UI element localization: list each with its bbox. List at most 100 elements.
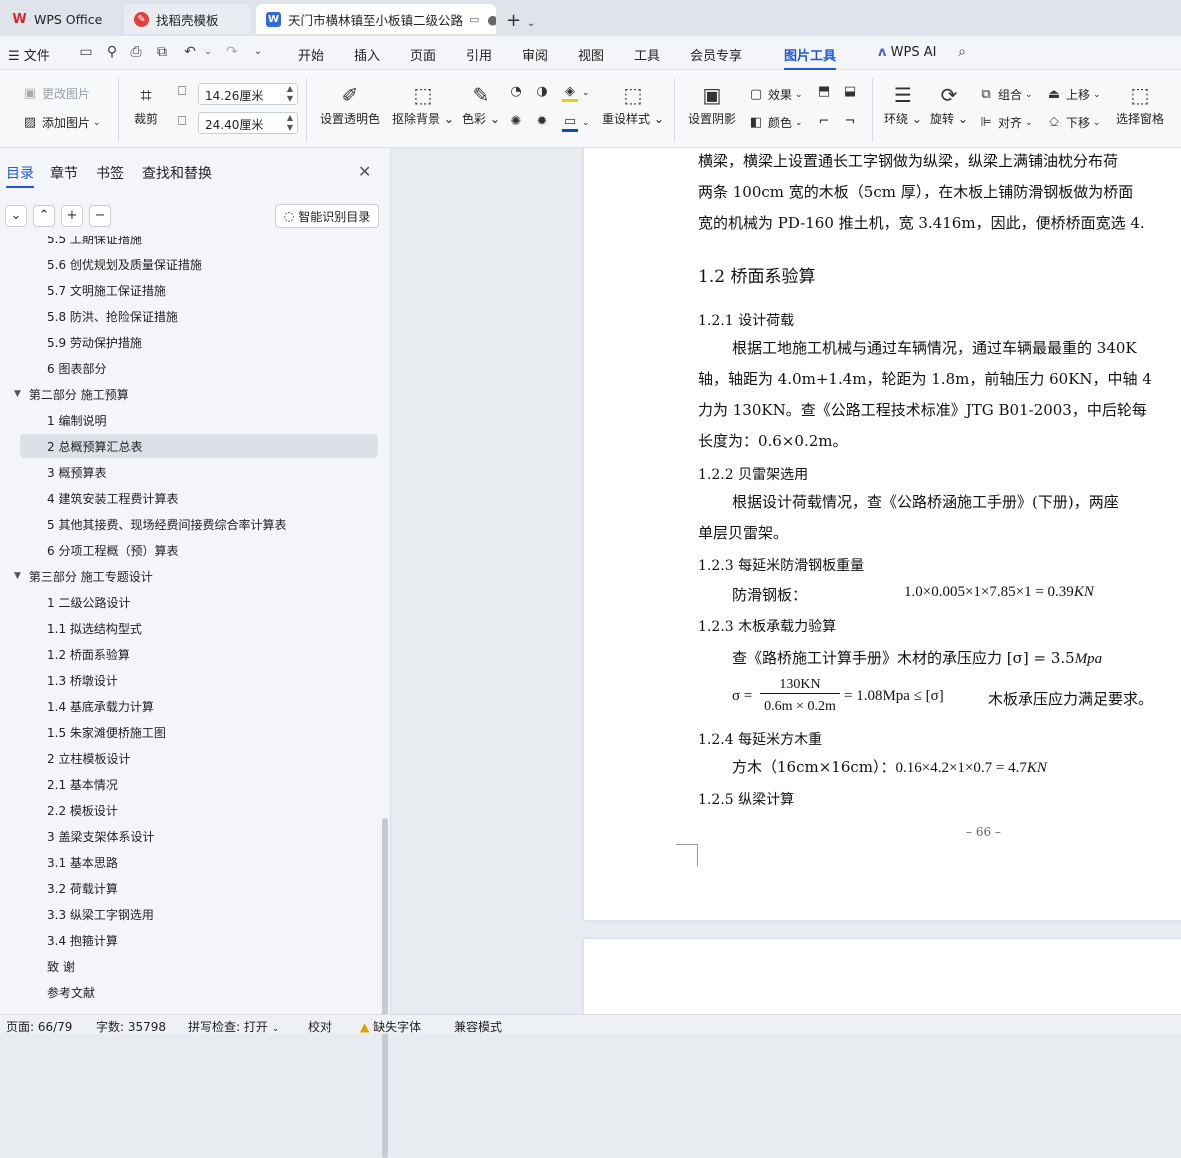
color-button[interactable]: ✎ 色彩 ⌄ [462, 80, 500, 127]
share-icon[interactable]: ⚲ [104, 44, 120, 60]
spell-check[interactable]: 拼写检查: 打开 ⌄ [188, 1018, 279, 1035]
print-icon[interactable]: ⎙ [128, 44, 144, 60]
toc-item[interactable]: 2.1 基本情况 [20, 772, 378, 796]
redo-icon[interactable]: ↷ [224, 44, 240, 60]
toc-item[interactable]: 2.2 模板设计 [20, 798, 378, 822]
align-button[interactable]: ⊫ 对齐 ⌄ [978, 114, 1032, 131]
proofread-button[interactable]: 校对 [308, 1018, 332, 1035]
tab-templates[interactable]: ✎ 找稻壳模板 [124, 4, 250, 34]
toc-item[interactable]: 4 建筑安装工程费计算表 [20, 486, 378, 510]
toc-item[interactable]: ▼ 第三部分 施工专题设计 [14, 564, 380, 588]
close-icon[interactable]: ✕ [358, 162, 371, 181]
collapse-arrow-icon[interactable]: ▼ [14, 389, 21, 399]
collapse-icon[interactable]: ⌃ [33, 205, 55, 227]
toc-item[interactable]: 1.5 朱家滩便桥施工图 [20, 720, 378, 744]
toc-item[interactable]: 1.2 桥面系验算 [20, 642, 378, 666]
tab-bookmarks[interactable]: 书签 [96, 163, 124, 183]
height-input[interactable]: 14.26厘米 ▲ ▼ [198, 83, 298, 105]
wrap-button[interactable]: ☰ 环绕 ⌄ [884, 80, 922, 127]
unsaved-dot-icon[interactable]: ● [487, 12, 496, 27]
tab-find-replace[interactable]: 查找和替换 [142, 163, 212, 183]
toc-item[interactable]: 5 其他其接费、现场经费间接费综合率计算表 [20, 512, 378, 536]
toc-item[interactable]: 2 总概预算汇总表 [20, 434, 378, 458]
toc-item[interactable]: 6 图表部分 [20, 356, 378, 380]
tab-document[interactable]: W 天门市横林镇至小板镇二级公路 ▭ ● [256, 4, 496, 34]
new-tab-button[interactable]: + ⌄ [506, 10, 535, 31]
toc-item[interactable]: 3 概预算表 [20, 460, 378, 484]
bring-forward-icon[interactable]: ⬒ [816, 84, 836, 99]
width-input[interactable]: 24.40厘米 ▲ ▼ [198, 112, 298, 134]
menu-review[interactable]: 审阅 [522, 45, 548, 64]
toc-item[interactable]: ▼ 第二部分 施工预算 [14, 382, 380, 406]
print-preview-icon[interactable]: ⧉ [154, 44, 170, 60]
menu-start[interactable]: 开始 [298, 45, 324, 64]
brightness-icon[interactable]: ◔ [508, 84, 528, 99]
toc-item[interactable]: 3.1 基本思路 [20, 850, 378, 874]
set-shadow-button[interactable]: ▣ 设置阴影 [688, 80, 736, 127]
add-icon[interactable]: + [61, 205, 83, 227]
undo-icon[interactable]: ↶ [182, 44, 198, 60]
menu-view[interactable]: 视图 [578, 45, 604, 64]
contrast-icon[interactable]: ◑ [534, 84, 554, 99]
sidebar-scrollbar[interactable] [382, 818, 388, 1158]
missing-font-button[interactable]: ▲ 缺失字体 [360, 1018, 421, 1035]
reset-style-button[interactable]: ⬚ 重设样式 ⌄ [602, 80, 664, 127]
spin-arrows-icon[interactable]: ▲ ▼ [287, 113, 293, 133]
toc-item[interactable]: 5.8 防洪、抢险保证措施 [20, 304, 378, 328]
fill-color-icon[interactable]: ◈ ⌄ [562, 84, 590, 102]
toc-item[interactable]: 3.2 荷载计算 [20, 876, 378, 900]
undo-dropdown-icon[interactable]: ⌄ [200, 44, 216, 60]
remove-background-button[interactable]: ⬚ 抠除背景 ⌄ [392, 80, 454, 127]
save-icon[interactable]: ▭ [78, 44, 94, 60]
set-transparent-button[interactable]: ✐ 设置透明色 [320, 80, 380, 127]
menu-picture-tools[interactable]: 图片工具 [784, 45, 837, 70]
group-button[interactable]: ⧉ 组合 ⌄ [978, 86, 1032, 103]
line-color-icon[interactable]: ▭ ⌄ [562, 114, 590, 132]
menu-tools[interactable]: 工具 [634, 45, 660, 64]
move-down-button[interactable]: ⎐ 下移 ⌄ [1046, 114, 1101, 131]
toc-item[interactable]: 1.4 基底承载力计算 [20, 694, 378, 718]
move-up-button[interactable]: ⏏ 上移 ⌄ [1046, 86, 1101, 103]
toc-item[interactable]: 致 谢 [20, 954, 378, 978]
menu-file[interactable]: ☰ 文件 [8, 45, 50, 64]
more-dropdown-icon[interactable]: ⌄ [250, 44, 266, 60]
brightness-down-icon[interactable]: ✺ [508, 114, 528, 129]
effect-button[interactable]: ▢ 效果 ⌄ [748, 86, 803, 103]
toc-item[interactable]: 5.6 创优规划及质量保证措施 [20, 252, 378, 276]
toc-item[interactable]: 3 盖梁支架体系设计 [20, 824, 378, 848]
smart-toc-button[interactable]: ◌ 智能识别目录 [275, 204, 379, 228]
flip-h-icon[interactable]: ⌐ [816, 114, 836, 129]
tab-chapters[interactable]: 章节 [50, 163, 78, 183]
search-icon[interactable]: ⌕ [954, 44, 970, 60]
toc-item[interactable]: 5.7 文明施工保证措施 [20, 278, 378, 302]
toc-item[interactable]: 2 立柱模板设计 [20, 746, 378, 770]
expand-icon[interactable]: ⌄ [5, 205, 27, 227]
change-picture-button[interactable]: ▣ 更改图片 [22, 85, 90, 102]
send-backward-icon[interactable]: ⬓ [842, 84, 862, 99]
flip-v-icon[interactable]: ¬ [842, 114, 862, 129]
toc-item[interactable]: 3.3 纵梁工字钢选用 [20, 902, 378, 926]
toc-item[interactable]: 5.9 劳动保护措施 [20, 330, 378, 354]
collapse-arrow-icon[interactable]: ▼ [14, 571, 21, 581]
toc-item[interactable]: 参考文献 [20, 980, 378, 1004]
spin-arrows-icon[interactable]: ▲ ▼ [287, 84, 293, 104]
toc-item[interactable]: 3.4 抱箍计算 [20, 928, 378, 952]
menu-page[interactable]: 页面 [410, 45, 436, 64]
toc-item[interactable]: 1.1 拟选结构型式 [20, 616, 378, 640]
wps-ai-button[interactable]: ᴧ WPS AI [878, 45, 936, 60]
menu-member[interactable]: 会员专享 [690, 45, 742, 64]
remove-icon[interactable]: − [89, 205, 111, 227]
rotate-button[interactable]: ⟳ 旋转 ⌄ [930, 80, 968, 127]
contrast-down-icon[interactable]: ✹ [534, 114, 554, 129]
menu-reference[interactable]: 引用 [466, 45, 492, 64]
toc-item[interactable]: 1 编制说明 [20, 408, 378, 432]
page-counter[interactable]: 页面: 66/79 [6, 1018, 72, 1035]
tab-wps-office[interactable]: W WPS Office [2, 4, 114, 34]
word-count[interactable]: 字数: 35798 [96, 1018, 166, 1035]
menu-insert[interactable]: 插入 [354, 45, 380, 64]
toc-item[interactable]: 5.5 工期保证措施 [20, 236, 378, 250]
toc-item[interactable]: 6 分项工程概（预）算表 [20, 538, 378, 562]
toc-item[interactable]: 1.3 桥墩设计 [20, 668, 378, 692]
toc-item[interactable]: 1 二级公路设计 [20, 590, 378, 614]
crop-button[interactable]: ⌗ 裁剪 [134, 80, 158, 127]
